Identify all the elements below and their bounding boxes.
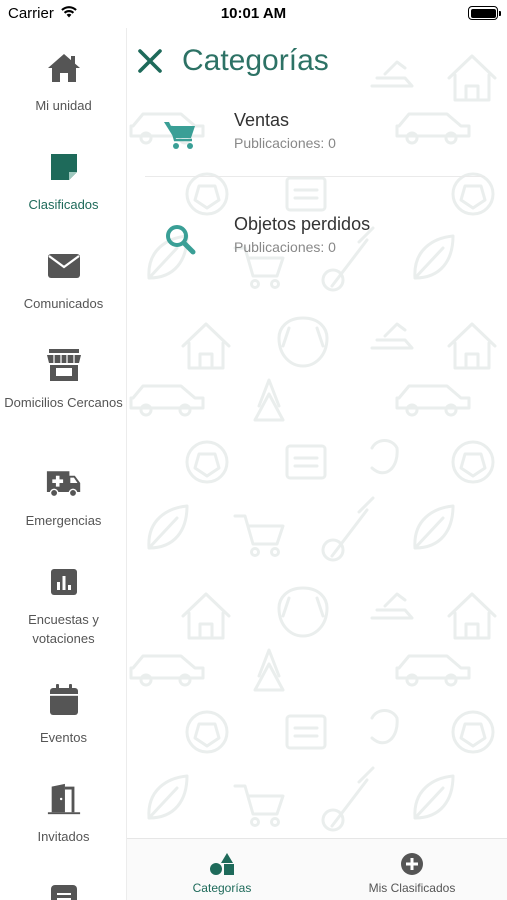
battery-icon <box>468 6 501 20</box>
sidebar-item-eventos[interactable]: Eventos <box>0 682 126 747</box>
main-content: Categorías Ventas Publicaciones: 0 Objet… <box>127 28 507 838</box>
sidebar-item-label: Domicilios Cercanos <box>4 395 123 410</box>
plus-circle-icon <box>398 851 426 877</box>
tab-label: Categorías <box>192 881 252 895</box>
category-row-ventas[interactable]: Ventas Publicaciones: 0 <box>127 108 507 168</box>
home-icon <box>46 50 82 86</box>
category-name: Ventas <box>234 110 290 130</box>
sidebar-item-label: Clasificados <box>28 197 99 212</box>
tab-categorias[interactable]: Categorías <box>127 839 317 900</box>
storefront-icon <box>46 347 82 383</box>
envelope-icon <box>46 248 82 284</box>
sidebar-item-label: Comunicados <box>23 296 104 311</box>
close-icon <box>138 49 162 73</box>
category-name: Objetos perdidos <box>234 214 371 234</box>
status-bar: Carrier 10:01 AM <box>0 0 507 28</box>
sidebar-item-emergencias[interactable]: Emergencias <box>0 465 126 530</box>
shapes-icon <box>208 851 236 877</box>
sidebar: Mi unidad Clasificados Comunicados Domic… <box>0 28 127 900</box>
sidebar-item-label: Eventos <box>40 730 87 745</box>
bar-chart-icon <box>46 564 82 600</box>
sidebar-item-clasificados[interactable]: Clasificados <box>0 149 126 214</box>
sidebar-item-encuestas[interactable]: Encuestas y votaciones <box>0 564 126 648</box>
sidebar-item-label: Encuestas y votaciones <box>28 612 99 646</box>
header: Categorías <box>127 42 507 82</box>
sidebar-item-label: Emergencias <box>25 513 102 528</box>
close-button[interactable] <box>135 46 165 76</box>
calendar-icon <box>46 682 82 718</box>
sidebar-item-comunicados[interactable]: Comunicados <box>0 248 126 313</box>
sidebar-item-label: Mi unidad <box>35 98 92 113</box>
page-title: Categorías <box>182 44 329 77</box>
door-icon <box>46 781 82 817</box>
sidebar-item-mi-unidad[interactable]: Mi unidad <box>0 50 126 115</box>
sidebar-item-mensajes[interactable] <box>0 880 126 900</box>
sidebar-item-invitados[interactable]: Invitados <box>0 781 126 846</box>
category-count: Publicaciones: 0 <box>234 135 336 151</box>
tab-mis-clasificados[interactable]: Mis Clasificados <box>317 839 507 900</box>
divider <box>145 176 485 177</box>
category-count: Publicaciones: 0 <box>234 239 336 255</box>
sticky-note-icon <box>46 149 82 185</box>
ambulance-icon <box>46 465 82 501</box>
search-icon <box>161 220 199 258</box>
message-icon <box>46 880 82 900</box>
cart-icon <box>161 116 199 154</box>
sidebar-item-domicilios[interactable]: Domicilios Cercanos <box>0 347 126 412</box>
sidebar-item-label: Invitados <box>37 829 90 844</box>
bottom-tab-bar: Categorías Mis Clasificados <box>127 838 507 900</box>
tab-label: Mis Clasificados <box>368 881 456 895</box>
status-time: 10:01 AM <box>220 5 287 22</box>
category-row-objetos-perdidos[interactable]: Objetos perdidos Publicaciones: 0 <box>127 212 507 272</box>
